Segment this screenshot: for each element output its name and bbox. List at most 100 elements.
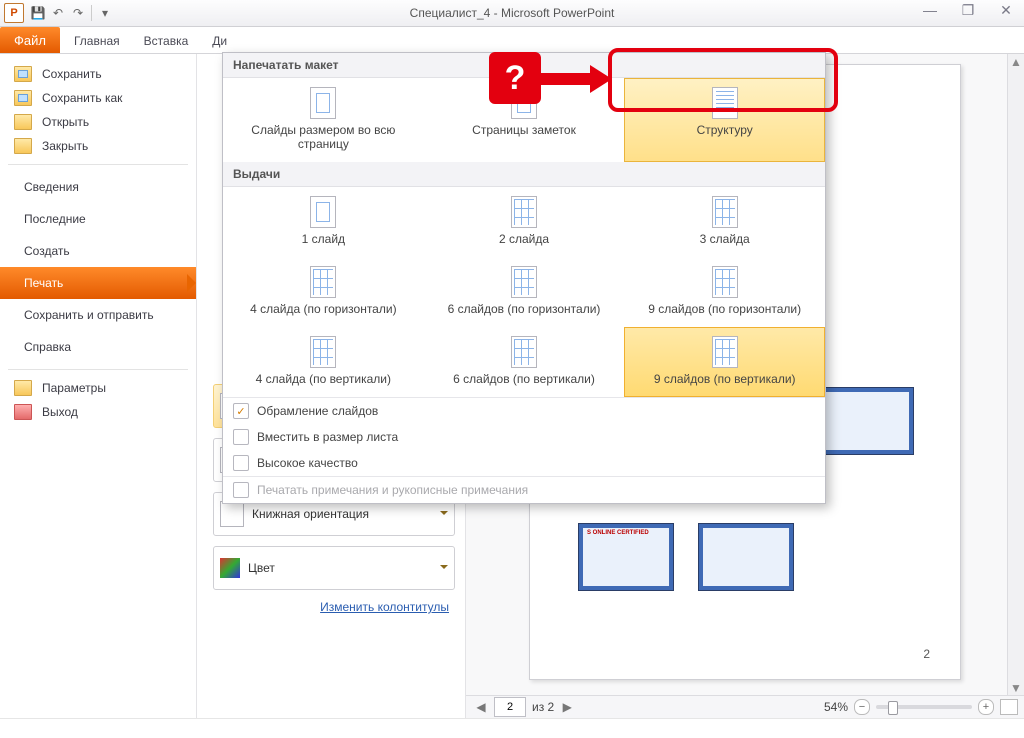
- handout-4v[interactable]: 4 слайда (по вертикали): [223, 327, 424, 397]
- layout-label: 6 слайдов (по вертикали): [429, 372, 620, 386]
- layout-icon: [511, 196, 537, 228]
- sidebar-item-label: Параметры: [42, 381, 106, 395]
- slide-thumb: [578, 523, 674, 591]
- color-icon: [220, 558, 240, 578]
- sidebar-item-recent[interactable]: Последние: [0, 203, 196, 235]
- sidebar-item-info[interactable]: Сведения: [0, 171, 196, 203]
- folder-open-icon: [14, 114, 32, 130]
- folder-close-icon: [14, 138, 32, 154]
- qat-save-icon[interactable]: 💾: [29, 4, 47, 22]
- layout-icon: [511, 336, 537, 368]
- handout-9v[interactable]: 9 слайдов (по вертикали): [624, 327, 825, 397]
- layout-icon: [310, 196, 336, 228]
- sidebar-item-label: Сведения: [24, 180, 79, 194]
- sidebar-item-save[interactable]: Сохранить: [0, 62, 196, 86]
- slide-thumb: [698, 523, 794, 591]
- handout-4h[interactable]: 4 слайда (по горизонтали): [223, 257, 424, 327]
- backstage-sidebar: Сохранить Сохранить как Открыть Закрыть …: [0, 54, 197, 718]
- prev-page-button[interactable]: ◀: [474, 700, 488, 714]
- layout-icon: [712, 266, 738, 298]
- checkbox-icon: ✓: [233, 403, 249, 419]
- zoom-slider[interactable]: [876, 705, 972, 709]
- check-scale-to-fit[interactable]: Вместить в размер листа: [223, 424, 825, 450]
- preview-scrollbar[interactable]: ▲ ▼: [1007, 54, 1024, 696]
- check-label: Печатать примечания и рукописные примеча…: [257, 483, 528, 497]
- tab-home[interactable]: Главная: [62, 29, 132, 53]
- sidebar-item-label: Сохранить: [42, 67, 102, 81]
- next-page-button[interactable]: ▶: [560, 700, 574, 714]
- color-label: Цвет: [248, 561, 275, 575]
- checkbox-icon: [233, 455, 249, 471]
- scroll-up-icon[interactable]: ▲: [1008, 54, 1024, 70]
- handout-3[interactable]: 3 слайда: [624, 187, 825, 257]
- check-label: Вместить в размер листа: [257, 430, 398, 444]
- window-title: Специалист_4 - Microsoft PowerPoint: [0, 6, 1024, 20]
- handout-6v[interactable]: 6 слайдов (по вертикали): [424, 327, 625, 397]
- save-as-icon: [14, 90, 32, 106]
- sidebar-item-label: Сохранить как: [42, 91, 122, 105]
- zoom-out-button[interactable]: −: [854, 699, 870, 715]
- sidebar-item-label: Создать: [24, 244, 70, 258]
- check-high-quality[interactable]: Высокое качество: [223, 450, 825, 476]
- window-minimize-icon[interactable]: ―: [916, 1, 944, 19]
- app-bottom-filler: [0, 718, 1024, 738]
- layout-icon: [310, 336, 336, 368]
- layout-label: 4 слайда (по вертикали): [228, 372, 419, 386]
- sidebar-item-share[interactable]: Сохранить и отправить: [0, 299, 196, 331]
- sidebar-item-label: Последние: [24, 212, 86, 226]
- handout-2[interactable]: 2 слайда: [424, 187, 625, 257]
- options-icon: [14, 380, 32, 396]
- sidebar-item-open[interactable]: Открыть: [0, 110, 196, 134]
- scroll-down-icon[interactable]: ▼: [1008, 680, 1024, 696]
- layout-label: 4 слайда (по горизонтали): [228, 302, 419, 316]
- page-of-label: из 2: [532, 700, 554, 714]
- sidebar-item-label: Печать: [24, 276, 63, 290]
- qat-redo-icon[interactable]: ↷: [69, 4, 87, 22]
- edit-header-footer-link[interactable]: Изменить колонтитулы: [213, 600, 455, 614]
- layout-label: 9 слайдов (по вертикали): [629, 372, 820, 386]
- zoom-knob[interactable]: [888, 701, 898, 715]
- sidebar-item-label: Открыть: [42, 115, 89, 129]
- sidebar-item-help[interactable]: Справка: [0, 331, 196, 363]
- sidebar-item-saveas[interactable]: Сохранить как: [0, 86, 196, 110]
- sidebar-item-exit[interactable]: Выход: [0, 400, 196, 424]
- sidebar-item-close[interactable]: Закрыть: [0, 134, 196, 158]
- zoom-value: 54%: [824, 700, 848, 714]
- handout-6h[interactable]: 6 слайдов (по горизонтали): [424, 257, 625, 327]
- page-number-input[interactable]: [494, 697, 526, 717]
- checkbox-icon: [233, 482, 249, 498]
- layout-icon: [310, 87, 336, 119]
- layout-outline[interactable]: Структуру: [624, 78, 825, 162]
- check-frame-slides[interactable]: ✓ Обрамление слайдов: [223, 398, 825, 424]
- layout-label: 2 слайда: [429, 232, 620, 246]
- layout-icon: [712, 336, 738, 368]
- window-restore-icon[interactable]: ❐: [954, 1, 982, 19]
- save-icon: [14, 66, 32, 82]
- color-dropdown[interactable]: Цвет: [213, 546, 455, 590]
- qat-undo-icon[interactable]: ↶: [49, 4, 67, 22]
- handout-9h[interactable]: 9 слайдов (по горизонтали): [624, 257, 825, 327]
- sidebar-item-print[interactable]: Печать: [0, 267, 196, 299]
- sheet-page-number: 2: [923, 647, 930, 661]
- sidebar-item-new[interactable]: Создать: [0, 235, 196, 267]
- preview-bottom-bar: ◀ из 2 ▶ 54% − +: [466, 695, 1024, 718]
- sidebar-item-options[interactable]: Параметры: [0, 376, 196, 400]
- layout-full-page[interactable]: Слайды размером во всю страницу: [223, 78, 424, 162]
- chevron-down-icon: [440, 565, 448, 573]
- tab-design[interactable]: Ди: [200, 29, 239, 53]
- layout-icon: [310, 266, 336, 298]
- window-close-icon[interactable]: ✕: [992, 1, 1020, 19]
- qat-customize-icon[interactable]: ▾: [96, 4, 114, 22]
- handout-1[interactable]: 1 слайд: [223, 187, 424, 257]
- check-print-comments: Печатать примечания и рукописные примеча…: [223, 477, 825, 503]
- layout-icon: [712, 196, 738, 228]
- tab-insert[interactable]: Вставка: [132, 29, 201, 53]
- annotation-question-badge: ?: [489, 52, 541, 104]
- layout-label: 1 слайд: [228, 232, 419, 246]
- layout-label: Страницы заметок: [429, 123, 620, 137]
- file-tab[interactable]: Файл: [0, 27, 60, 53]
- sidebar-separator: [8, 369, 188, 370]
- zoom-fit-button[interactable]: [1000, 699, 1018, 715]
- zoom-in-button[interactable]: +: [978, 699, 994, 715]
- layout-label: 9 слайдов (по горизонтали): [629, 302, 820, 316]
